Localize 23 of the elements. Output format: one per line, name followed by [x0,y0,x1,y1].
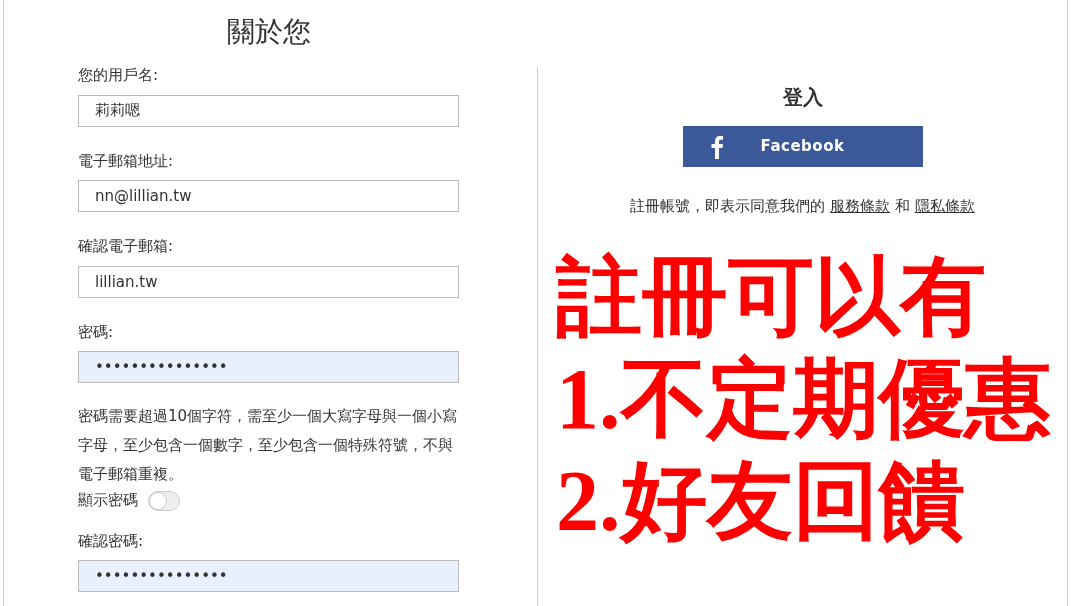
annotation-text: 註冊可以有 [556,247,987,347]
field-label: 密碼: [78,322,115,343]
password-field[interactable]: ••••••••••••••• [78,560,459,593]
password-hint: 密碼需要超過10個字符，需至少一個大寫字母與一個小寫字母，至少包含一個數字，至少包含一個特殊符號，不與電子郵箱重複。 [78,406,459,486]
terms-text: 註冊帳號，即表示同意我們的 服務條款 和 隱私條款 [630,196,975,217]
toggle-label: 顯示密碼 [78,490,138,512]
facebook-button[interactable]: Facebook [682,126,923,167]
input-field[interactable]: 莉莉嗯 [78,94,459,127]
input-field[interactable]: lillian.tw [78,265,459,298]
field-label: 您的用戶名: [78,66,160,86]
field-label: 確認密碼: [78,531,145,552]
toggle-switch[interactable] [148,490,180,511]
terms-link[interactable]: 服務條款 [830,197,891,215]
facebook-icon [710,134,723,159]
annotation-text: 1.不定期優惠 [556,349,1051,449]
input-field[interactable]: nn@lillian.tw [78,180,459,213]
section-title: 關於您 [225,14,312,50]
field-label: 電子郵箱地址: [78,151,175,172]
annotation-text: 2.好友回饋 [556,451,966,551]
password-field[interactable]: ••••••••••••••• [78,351,459,384]
field-label: 確認電子郵箱: [78,237,175,257]
terms-link[interactable]: 隱私條款 [914,197,975,215]
login-title: 登入 [782,84,823,111]
